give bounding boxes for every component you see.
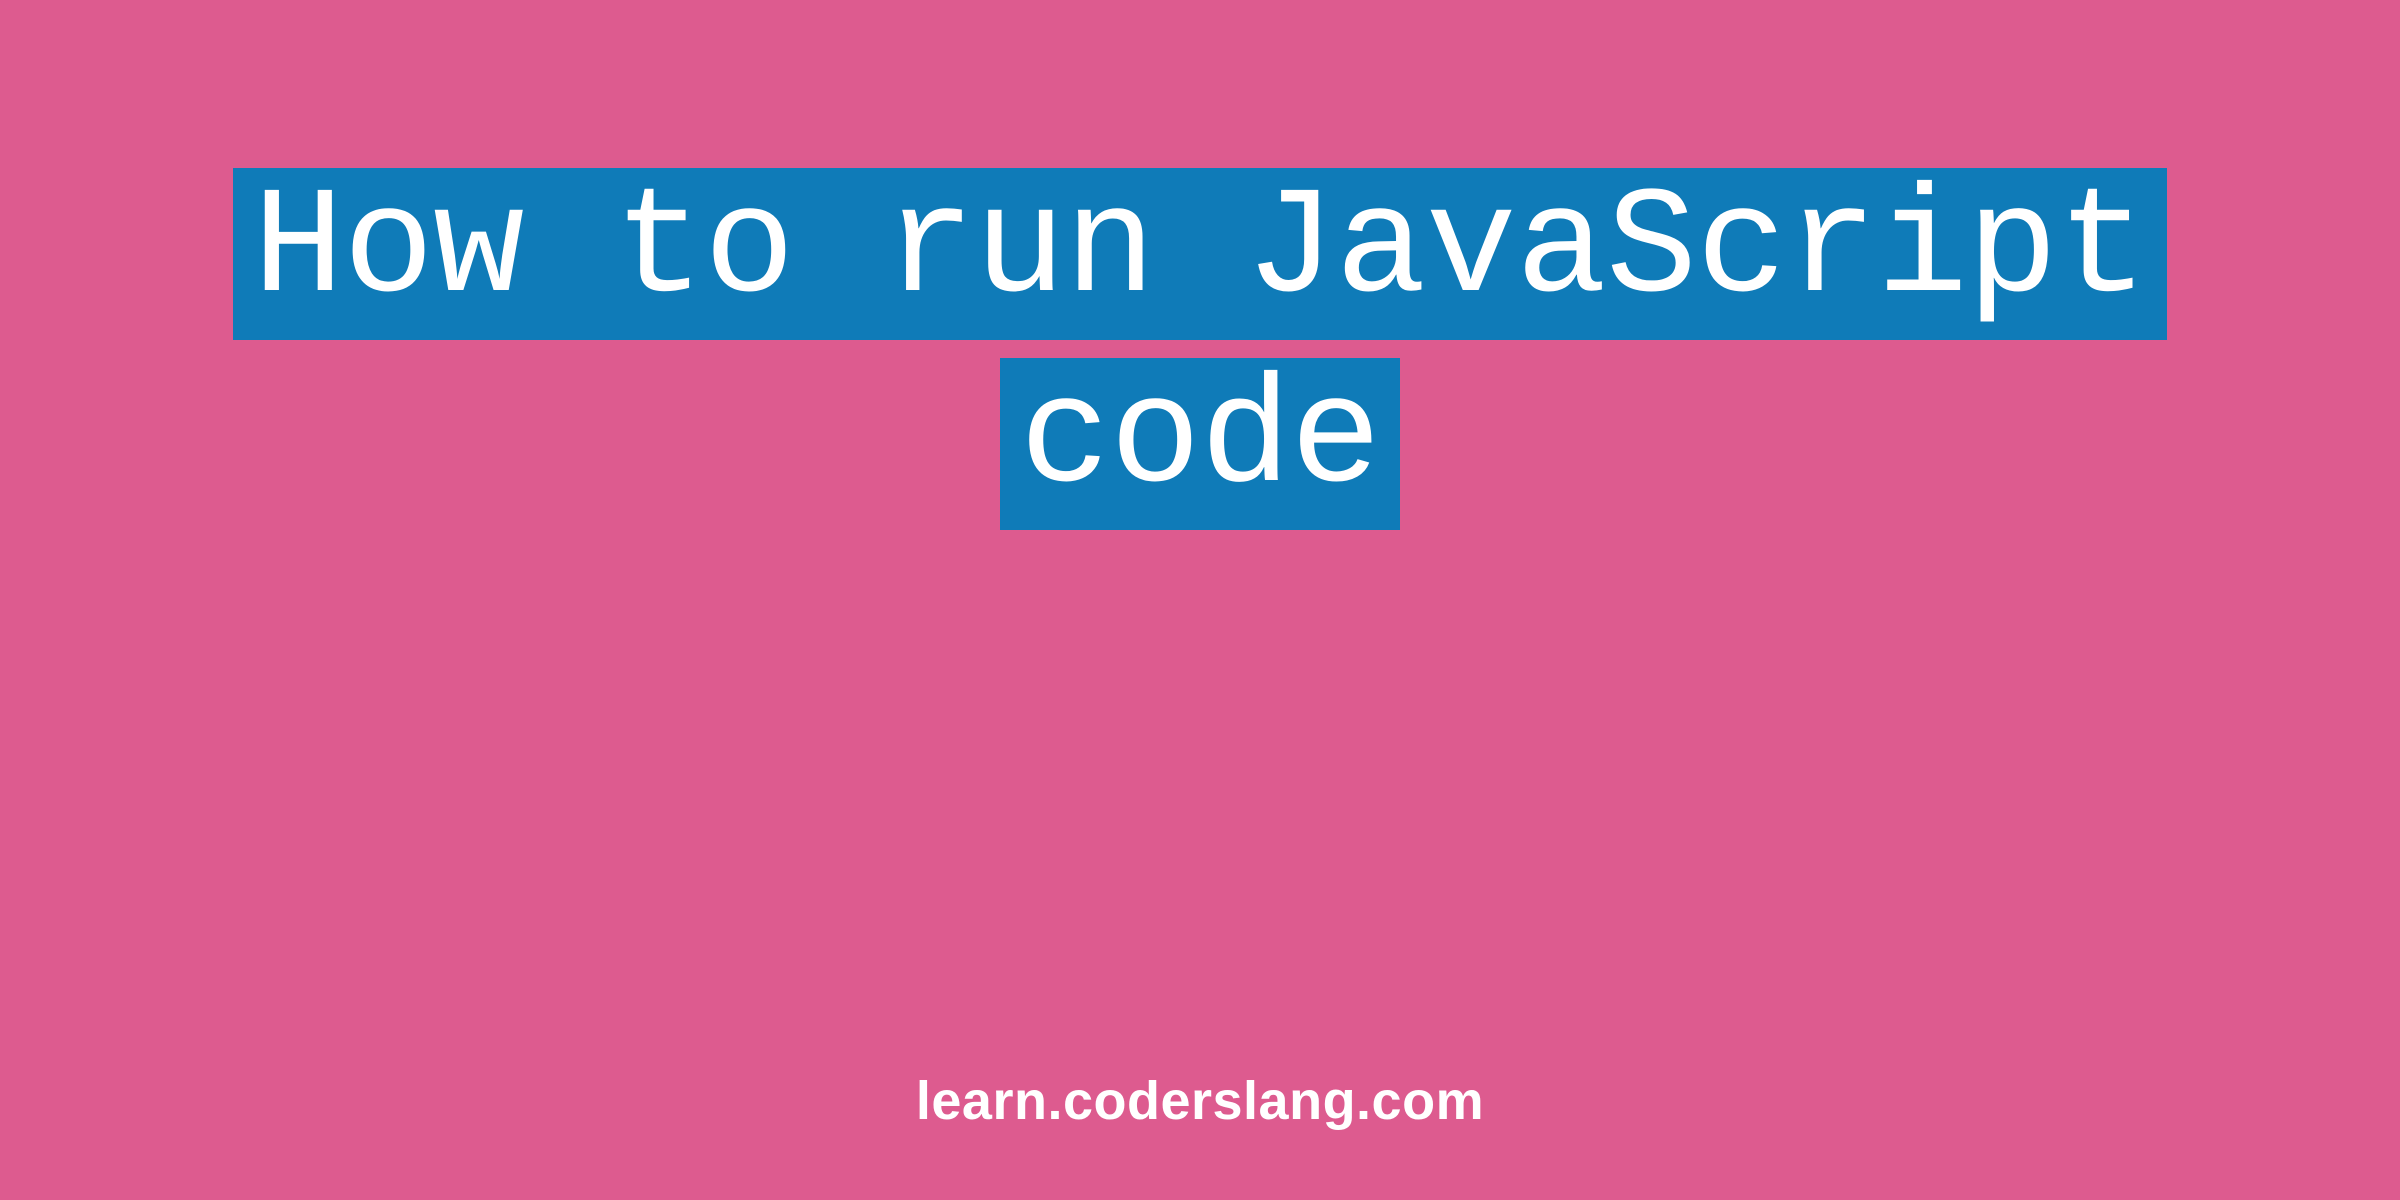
site-url: learn.coderslang.com (0, 1070, 2400, 1132)
title-line-1: How to run JavaScript (233, 168, 2168, 340)
page-title: How to run JavaScript code (0, 168, 2400, 530)
title-line-2: code (1000, 358, 1401, 530)
